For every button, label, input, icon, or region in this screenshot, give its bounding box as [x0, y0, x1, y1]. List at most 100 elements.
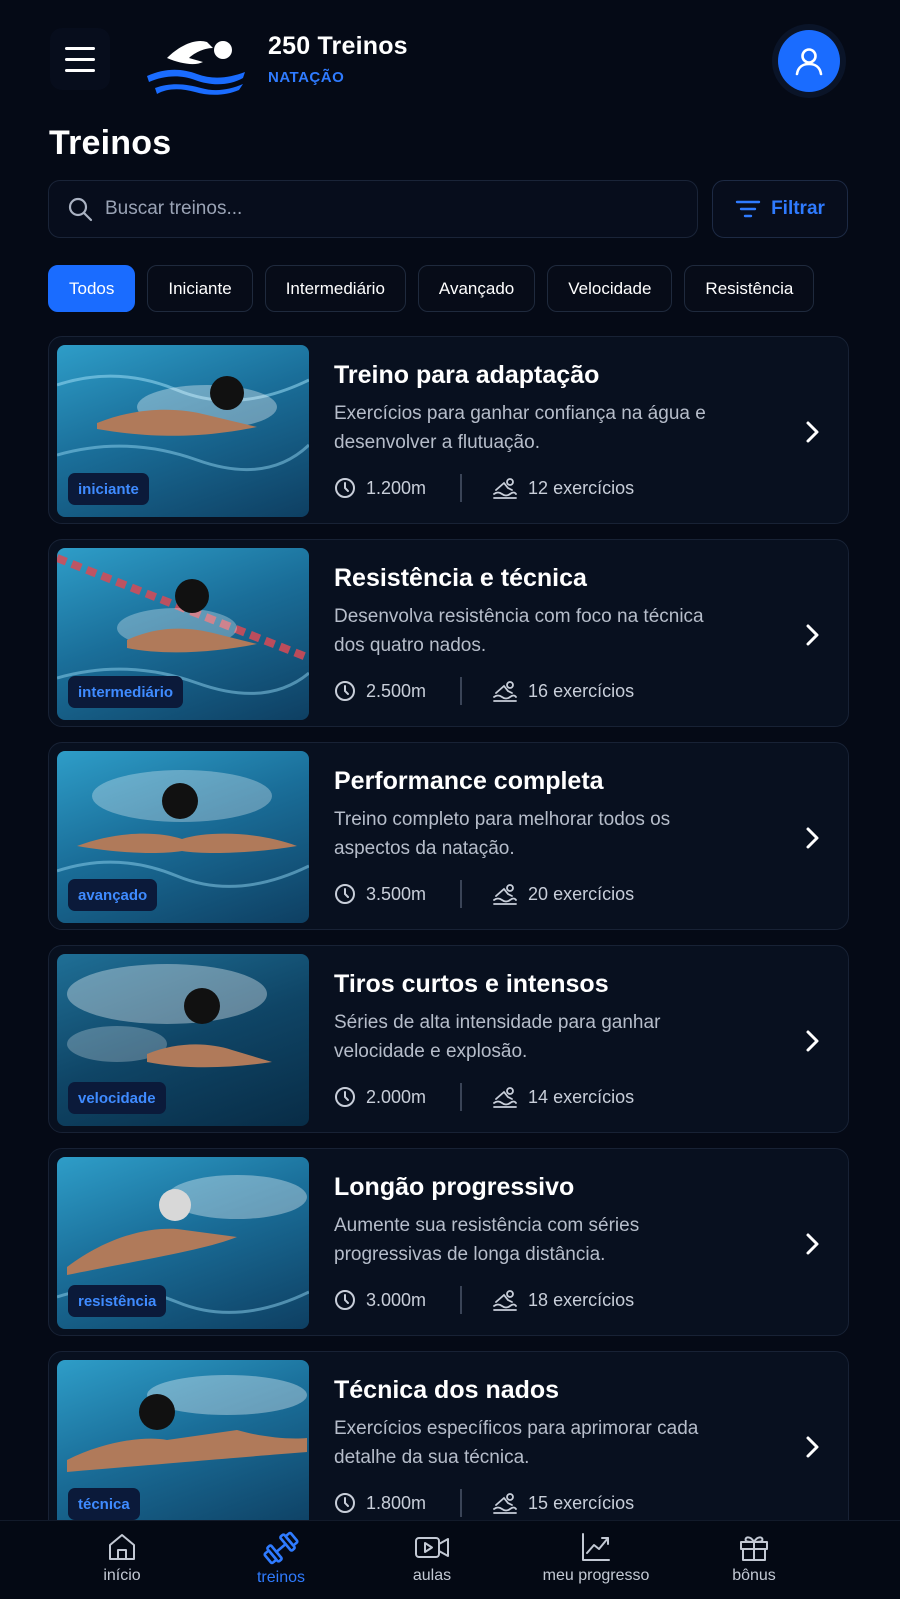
- page-title: Treinos: [49, 124, 172, 162]
- level-badge: resistência: [68, 1285, 167, 1317]
- search-box[interactable]: [48, 180, 698, 238]
- workout-description: Aumente sua resistência com séries progr…: [334, 1215, 640, 1265]
- level-badge: iniciante: [68, 473, 149, 505]
- swimmer-icon: [493, 478, 517, 499]
- filter-icon: [735, 200, 761, 218]
- workout-exercises: 15 exercícios: [528, 1492, 635, 1513]
- swimmer-logo-icon: [147, 40, 245, 95]
- chart-icon: [582, 1533, 610, 1561]
- workout-thumbnail: velocidade: [57, 954, 309, 1126]
- workout-title: Técnica dos nados: [334, 1376, 560, 1404]
- menu-button[interactable]: [50, 28, 110, 90]
- app-header: 250 Treinos NATAÇÃO: [0, 0, 900, 120]
- meta-divider: [460, 880, 463, 908]
- swimmer-icon: [493, 681, 517, 702]
- chevron-right-icon: [806, 827, 819, 849]
- chevron-right-icon: [806, 421, 819, 443]
- chip-todos[interactable]: Todos: [48, 265, 136, 312]
- app-title: 250 Treinos: [268, 32, 408, 60]
- workout-card[interactable]: iniciante Treino para adaptação Exercíci…: [48, 336, 849, 524]
- level-badge: técnica: [68, 1488, 140, 1520]
- workout-description: Séries de alta intensidade para ganhar v…: [334, 1012, 661, 1062]
- meta-divider: [460, 1489, 463, 1517]
- workout-title: Treino para adaptação: [334, 361, 600, 389]
- workout-description: Exercícios específicos para aprimorar ca…: [334, 1418, 699, 1468]
- clock-icon: [335, 1493, 355, 1513]
- filter-button[interactable]: Filtrar: [712, 180, 848, 238]
- workout-exercises: 20 exercícios: [528, 883, 635, 904]
- workout-list: iniciante Treino para adaptação Exercíci…: [48, 336, 849, 1554]
- chip-iniciante[interactable]: Iniciante: [147, 265, 253, 312]
- clock-icon: [335, 478, 355, 498]
- category-chips: Todos Iniciante Intermediário Avançado V…: [48, 265, 815, 313]
- workout-distance: 2.500m: [366, 680, 427, 701]
- workout-thumbnail: avançado: [57, 751, 309, 923]
- nav-bonus[interactable]: bônus: [689, 1531, 819, 1585]
- workout-meta: 3.000m 18 exercícios: [334, 1286, 634, 1314]
- workout-description: Treino completo para melhorar todos os a…: [334, 809, 671, 859]
- swimmer-icon: [493, 1493, 517, 1514]
- workout-card[interactable]: resistência Longão progressivo Aumente s…: [48, 1148, 849, 1336]
- workout-distance: 3.000m: [366, 1289, 427, 1310]
- profile-button[interactable]: [772, 24, 846, 98]
- search-icon: [68, 197, 93, 222]
- workout-distance: 1.800m: [366, 1492, 427, 1513]
- search-input[interactable]: [105, 198, 665, 220]
- swimmer-icon: [493, 1087, 517, 1108]
- workout-meta: 2.500m 16 exercícios: [334, 677, 634, 705]
- nav-label: início: [103, 1567, 141, 1584]
- nav-label: meu progresso: [542, 1567, 650, 1584]
- clock-icon: [335, 681, 355, 701]
- filter-label: Filtrar: [771, 198, 825, 219]
- workout-distance: 1.200m: [366, 477, 427, 498]
- gift-icon: [740, 1536, 768, 1561]
- chip-intermediario[interactable]: Intermediário: [264, 265, 406, 312]
- workout-card[interactable]: avançado Performance completa Treino com…: [48, 742, 849, 930]
- level-badge: velocidade: [68, 1082, 166, 1114]
- workout-card[interactable]: intermediário Resistência e técnica Dese…: [48, 539, 849, 727]
- nav-treinos[interactable]: treinos: [216, 1531, 346, 1587]
- meta-divider: [460, 474, 463, 502]
- swimmer-icon: [493, 884, 517, 905]
- workout-thumbnail: resistência: [57, 1157, 309, 1329]
- bottom-navigation: início treinos aulas meu progresso bônus: [0, 1520, 900, 1599]
- workout-meta: 2.000m 14 exercícios: [334, 1083, 634, 1111]
- app-subtitle: NATAÇÃO: [268, 69, 345, 86]
- workout-exercises: 12 exercícios: [528, 477, 635, 498]
- nav-inicio[interactable]: início: [57, 1531, 187, 1585]
- chevron-right-icon: [806, 624, 819, 646]
- level-badge: avançado: [68, 879, 158, 911]
- workout-thumbnail: intermediário: [57, 548, 309, 720]
- chevron-right-icon: [806, 1436, 819, 1458]
- clock-icon: [335, 884, 355, 904]
- dumbbell-icon: [263, 1531, 299, 1565]
- workout-meta: 1.800m 15 exercícios: [334, 1489, 634, 1517]
- clock-icon: [335, 1087, 355, 1107]
- nav-label: aulas: [412, 1567, 452, 1584]
- chip-avancado[interactable]: Avançado: [417, 265, 536, 312]
- workout-card[interactable]: velocidade Tiros curtos e intensos Série…: [48, 945, 849, 1133]
- level-badge: intermediário: [68, 676, 184, 708]
- workout-title: Tiros curtos e intensos: [334, 970, 609, 998]
- nav-label: treinos: [256, 1569, 306, 1586]
- workout-title: Longão progressivo: [334, 1173, 575, 1201]
- workout-exercises: 14 exercícios: [528, 1086, 635, 1107]
- chip-resistencia[interactable]: Resistência: [684, 265, 815, 312]
- workout-title: Performance completa: [334, 767, 604, 795]
- chip-velocidade[interactable]: Velocidade: [547, 265, 673, 312]
- nav-label: bônus: [732, 1567, 776, 1584]
- workout-distance: 2.000m: [366, 1086, 427, 1107]
- workout-exercises: 16 exercícios: [528, 680, 635, 701]
- clock-icon: [335, 1290, 355, 1310]
- workout-thumbnail: técnica: [57, 1360, 309, 1532]
- workout-title: Resistência e técnica: [334, 564, 587, 592]
- user-icon: [795, 48, 823, 76]
- meta-divider: [460, 1286, 463, 1314]
- workout-card[interactable]: técnica Técnica dos nados Exercícios esp…: [48, 1351, 849, 1539]
- nav-meu-progresso[interactable]: meu progresso: [531, 1531, 661, 1585]
- nav-aulas[interactable]: aulas: [367, 1531, 497, 1585]
- workout-thumbnail: iniciante: [57, 345, 309, 517]
- meta-divider: [460, 1083, 463, 1111]
- chevron-right-icon: [806, 1030, 819, 1052]
- video-icon: [415, 1537, 449, 1558]
